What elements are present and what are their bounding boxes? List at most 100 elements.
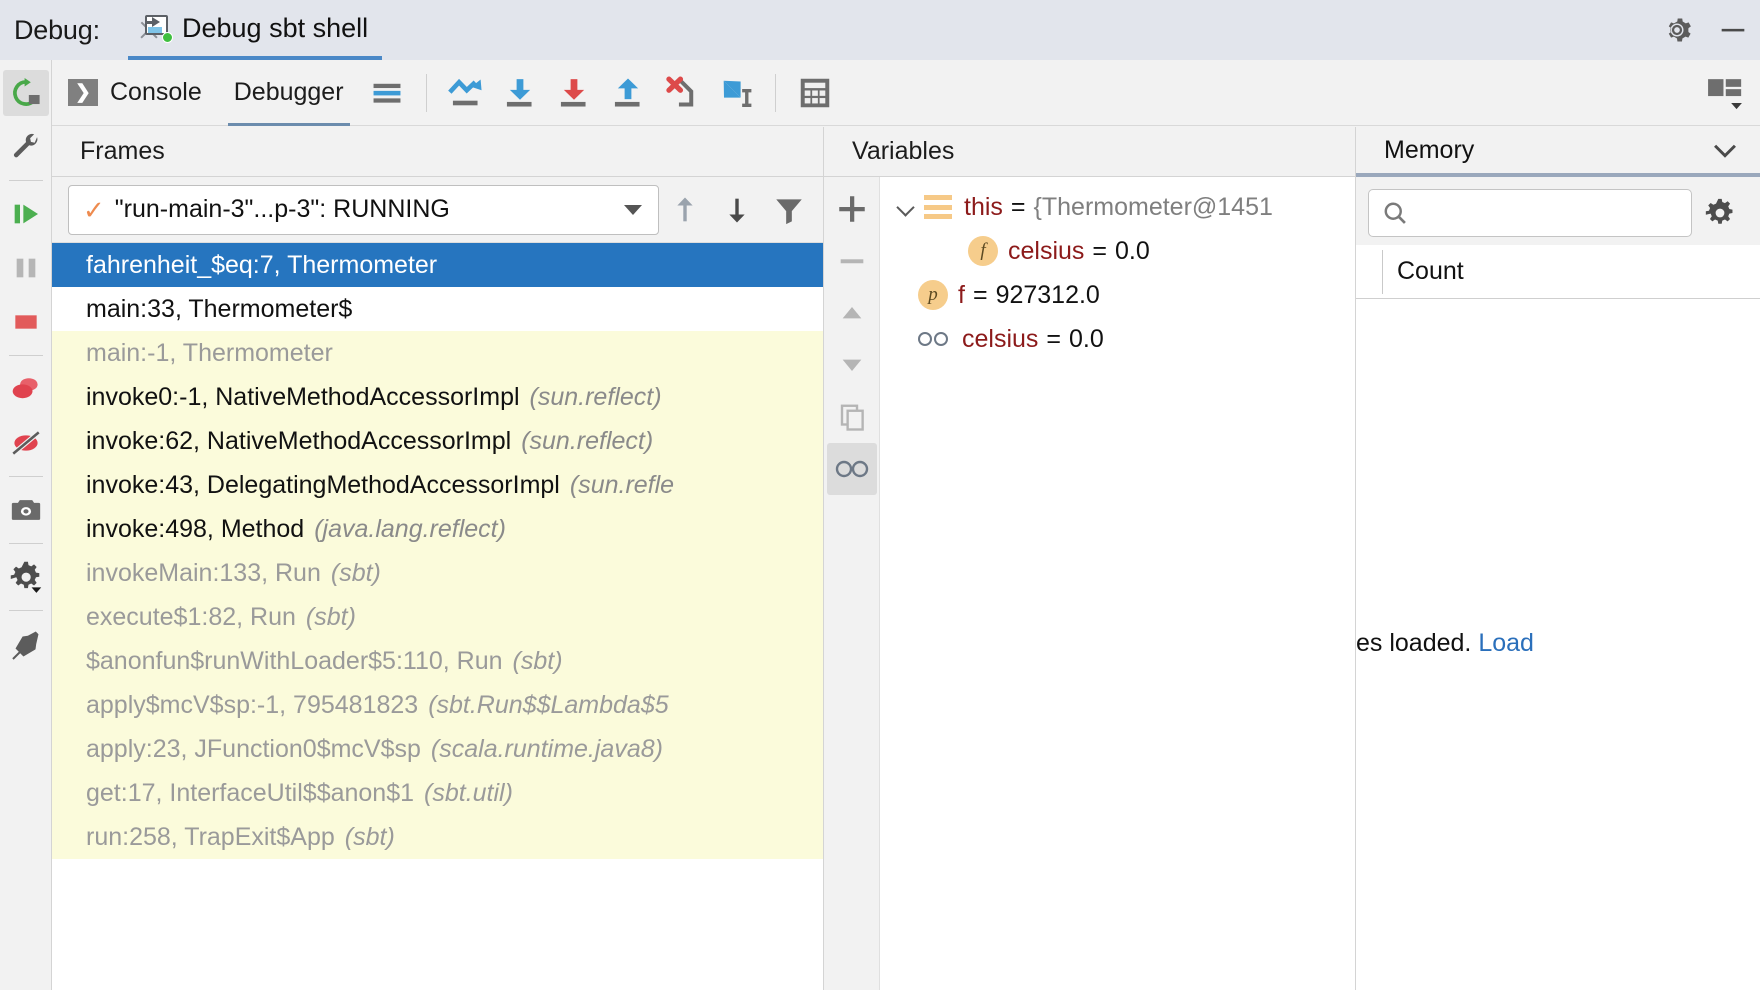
- watch-glasses-icon: [918, 329, 952, 349]
- remove-watch-button[interactable]: [827, 235, 877, 287]
- memory-settings-button[interactable]: [1692, 196, 1748, 230]
- step-out-button[interactable]: [601, 66, 655, 120]
- mute-breakpoints-button[interactable]: [3, 420, 49, 466]
- frame-row[interactable]: run:258, TrapExit$App(sbt): [52, 815, 823, 859]
- restore-layout-button[interactable]: [1698, 66, 1752, 120]
- frame-row-package: (sbt.util): [424, 779, 513, 808]
- variable-value: {Thermometer@1451: [1034, 193, 1273, 222]
- force-step-into-button[interactable]: [655, 66, 709, 120]
- add-watch-button[interactable]: [827, 183, 877, 235]
- sbt-shell-run-icon: [142, 14, 172, 42]
- frame-row-label: $anonfun$runWithLoader$5:110, Run: [86, 647, 503, 676]
- memory-table-body[interactable]: es loaded. Load: [1356, 299, 1760, 990]
- gear-icon: [1703, 196, 1737, 230]
- filter-frames-button[interactable]: [763, 184, 815, 236]
- run-to-cursor-icon: [716, 73, 756, 113]
- frame-row[interactable]: invoke:43, DelegatingMethodAccessorImpl(…: [52, 463, 823, 507]
- tab-debug-sbt-shell[interactable]: Debug sbt shell: [128, 0, 382, 60]
- move-watch-up-button[interactable]: [827, 287, 877, 339]
- frame-row-label: fahrenheit_$eq:7, Thermometer: [86, 251, 437, 280]
- show-execution-point-button[interactable]: [439, 66, 493, 120]
- frame-row[interactable]: $anonfun$runWithLoader$5:110, Run(sbt): [52, 639, 823, 683]
- toolbar-divider: [775, 74, 776, 112]
- memory-column-class[interactable]: [1356, 245, 1382, 299]
- step-over-button[interactable]: [493, 66, 547, 120]
- thread-selector[interactable]: ✓ "run-main-3"...p-3": RUNNING: [68, 185, 659, 235]
- variables-tree[interactable]: this={Thermometer@1451 f celsius=0.0pf=927…: [880, 177, 1355, 990]
- frame-row[interactable]: get:17, InterfaceUtil$$anon$1 (sbt.util): [52, 771, 823, 815]
- gear-dropdown-icon: [8, 559, 44, 595]
- frame-row[interactable]: invoke:498, Method(java.lang.reflect): [52, 507, 823, 551]
- variable-row[interactable]: pf=927312.0: [880, 273, 1355, 317]
- toggle-watch-button[interactable]: [827, 443, 877, 495]
- frame-row-package: (sbt): [345, 823, 395, 852]
- variable-row[interactable]: this={Thermometer@1451: [880, 185, 1355, 229]
- gear-icon[interactable]: [1660, 13, 1694, 47]
- chevron-down-icon[interactable]: [1708, 133, 1742, 167]
- stop-button[interactable]: [3, 299, 49, 345]
- layout-settings-button[interactable]: [360, 66, 414, 120]
- variable-name: celsius: [1008, 237, 1084, 266]
- frame-row[interactable]: invoke:62, NativeMethodAccessorImpl (sun.…: [52, 419, 823, 463]
- resume-program-button[interactable]: [3, 191, 49, 237]
- tab-debugger-label: Debugger: [234, 78, 344, 107]
- edit-configuration-button[interactable]: [3, 124, 49, 170]
- frame-row-label: apply:23, JFunction0$mcV$sp: [86, 735, 421, 764]
- variable-value: 927312.0: [996, 281, 1100, 310]
- frame-row-label: execute$1:82, Run: [86, 603, 296, 632]
- frame-row-package: (sbt.Run$$Lambda$5: [428, 691, 668, 720]
- thread-selector-value: "run-main-3"...p-3": RUNNING: [115, 195, 616, 224]
- chevron-down-icon[interactable]: [894, 194, 920, 220]
- copy-value-button[interactable]: [827, 391, 877, 443]
- frame-down-button[interactable]: [711, 184, 763, 236]
- mute-breakpoints-icon: [9, 426, 43, 460]
- frame-row-package: (sun.refle: [570, 471, 674, 500]
- variable-name: this: [964, 193, 1003, 222]
- frame-row[interactable]: main:-1, Thermometer: [52, 331, 823, 375]
- chevron-down-icon[interactable]: [624, 205, 642, 215]
- variable-row[interactable]: fcelsius=0.0: [880, 229, 1355, 273]
- frame-row[interactable]: main:33, Thermometer$: [52, 287, 823, 331]
- rerun-button[interactable]: [3, 70, 49, 116]
- frame-up-button[interactable]: [659, 184, 711, 236]
- frame-row-package: (sun.reflect): [521, 427, 653, 456]
- tab-debugger[interactable]: Debugger: [218, 60, 360, 126]
- memory-search-input[interactable]: [1368, 189, 1692, 237]
- run-to-cursor-button[interactable]: [709, 66, 763, 120]
- memory-load-link[interactable]: Load: [1478, 629, 1534, 657]
- frame-row[interactable]: execute$1:82, Run(sbt): [52, 595, 823, 639]
- pause-program-button[interactable]: [3, 245, 49, 291]
- tab-console[interactable]: ❯ Console: [52, 60, 218, 126]
- variables-toolbar: [824, 177, 880, 990]
- frames-list[interactable]: fahrenheit_$eq:7, Thermometer main:33, Th…: [52, 243, 823, 990]
- camera-icon: [9, 493, 43, 527]
- memory-column-count[interactable]: Count: [1383, 245, 1464, 299]
- arrow-up-icon: [668, 193, 702, 227]
- variables-panel: this={Thermometer@1451 f celsius=0.0pf=927…: [824, 177, 1356, 990]
- frame-row-label: main:-1, Thermometer: [86, 339, 333, 368]
- rail-divider: [9, 355, 43, 356]
- frame-row[interactable]: invoke0:-1, NativeMethodAccessorImpl(sun…: [52, 375, 823, 419]
- frame-row-label: get:17, InterfaceUtil$$anon$1: [86, 779, 414, 808]
- show-execution-point-icon: [446, 73, 486, 113]
- screenshot-button[interactable]: [3, 487, 49, 533]
- step-into-button[interactable]: [547, 66, 601, 120]
- settings-button[interactable]: [3, 554, 49, 600]
- rail-divider: [9, 543, 43, 544]
- view-breakpoints-button[interactable]: [3, 366, 49, 412]
- minimize-icon[interactable]: [1716, 13, 1750, 47]
- variable-name: f: [958, 281, 965, 310]
- move-watch-down-button[interactable]: [827, 339, 877, 391]
- rail-divider: [9, 180, 43, 181]
- pin-tab-button[interactable]: [3, 621, 49, 667]
- memory-table-header: Count: [1356, 245, 1760, 299]
- frame-row[interactable]: invokeMain:133, Run(sbt): [52, 551, 823, 595]
- frame-row[interactable]: apply:23, JFunction0$mcV$sp(scala.runtim…: [52, 727, 823, 771]
- evaluate-expression-button[interactable]: [788, 66, 842, 120]
- variable-row[interactable]: celsius=0.0: [880, 317, 1355, 361]
- field-icon: f: [968, 236, 998, 266]
- frame-row[interactable]: apply$mcV$sp:-1, 795481823(sbt.Run$$Lamb…: [52, 683, 823, 727]
- frame-row-label: invoke:62, NativeMethodAccessorImpl: [86, 427, 511, 456]
- frame-row[interactable]: fahrenheit_$eq:7, Thermometer: [52, 243, 823, 287]
- layout-lines-icon: [370, 76, 404, 110]
